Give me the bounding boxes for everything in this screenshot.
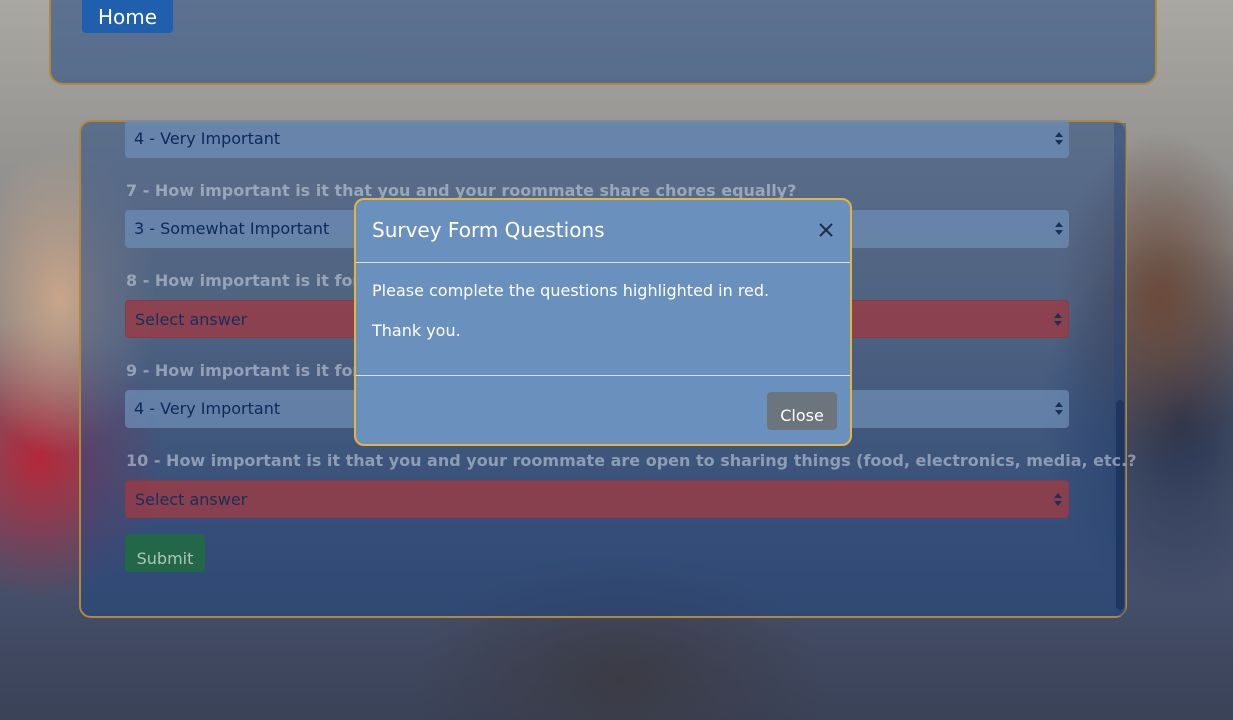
modal-title: Survey Form Questions — [372, 218, 605, 242]
modal-header-divider — [356, 262, 850, 263]
modal-message: Please complete the questions highlighte… — [372, 281, 770, 300]
close-icon[interactable] — [817, 221, 835, 239]
modal-close-button[interactable]: Close — [767, 392, 837, 430]
survey-alert-modal: Survey Form Questions Please complete th… — [354, 198, 852, 446]
modal-footer-divider — [356, 375, 850, 376]
modal-thanks: Thank you. — [372, 321, 461, 340]
